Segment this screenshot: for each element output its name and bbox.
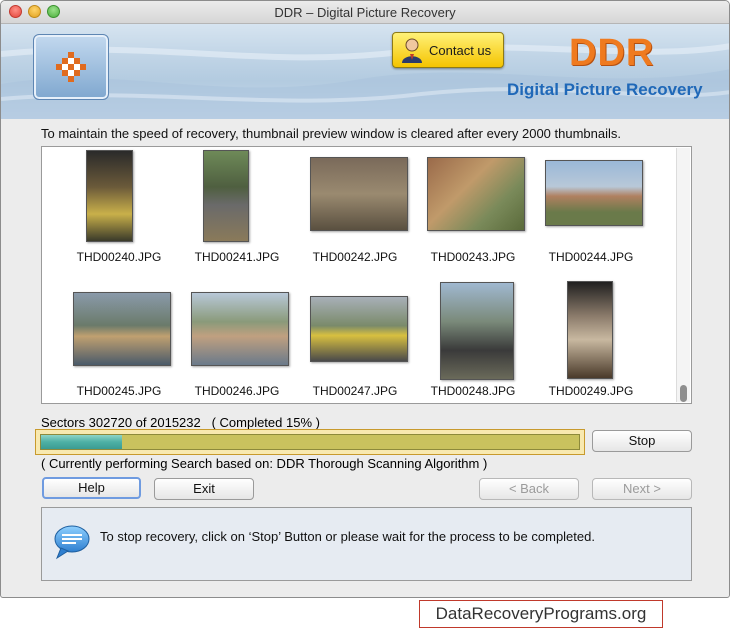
window-title: DDR – Digital Picture Recovery xyxy=(274,5,456,20)
stop-button[interactable]: Stop xyxy=(592,430,692,452)
thumbnail-item[interactable]: THD00244.JPG xyxy=(535,147,647,267)
thumbnail-filename: THD00248.JPG xyxy=(430,384,516,398)
info-message-box: To stop recovery, click on ‘Stop’ Button… xyxy=(41,507,692,581)
thumbnail-filename: THD00241.JPG xyxy=(194,250,280,264)
contact-us-label: Contact us xyxy=(429,43,492,58)
next-button[interactable]: Next > xyxy=(592,478,692,500)
exit-button[interactable]: Exit xyxy=(154,478,254,500)
thumbnail-image xyxy=(310,157,408,231)
scrollbar-thumb[interactable] xyxy=(680,385,687,402)
recovery-progress-bar xyxy=(35,429,585,455)
thumbnail-item[interactable]: THD00242.JPG xyxy=(299,147,411,267)
thumbnail-preview-panel[interactable]: THD00240.JPG THD00241.JPG THD00242.JPG T… xyxy=(41,146,692,404)
thumbnail-notice: To maintain the speed of recovery, thumb… xyxy=(41,126,622,141)
thumbnail-image xyxy=(73,292,171,366)
title-bar: DDR – Digital Picture Recovery xyxy=(1,1,729,24)
thumbnail-item[interactable]: THD00246.JPG xyxy=(181,279,293,399)
chat-bubble-icon xyxy=(54,525,90,560)
thumbnail-filename: THD00242.JPG xyxy=(312,250,398,264)
thumbnail-item[interactable]: THD00249.JPG xyxy=(535,279,647,399)
thumbnail-image xyxy=(567,281,613,379)
thumbnail-scrollbar[interactable] xyxy=(676,148,690,402)
help-button[interactable]: Help xyxy=(42,477,141,499)
thumbnail-item[interactable]: THD00240.JPG xyxy=(63,147,175,267)
progress-fill xyxy=(41,435,122,449)
thumbnail-item[interactable]: THD00243.JPG xyxy=(417,147,529,267)
thumbnail-filename: THD00245.JPG xyxy=(76,384,162,398)
thumbnail-image xyxy=(427,157,525,231)
progress-track xyxy=(40,434,580,450)
thumbnail-item[interactable]: THD00247.JPG xyxy=(299,279,411,399)
contact-us-button[interactable]: Contact us xyxy=(392,32,504,68)
thumbnail-image xyxy=(191,292,289,366)
thumbnail-filename: THD00243.JPG xyxy=(430,250,516,264)
thumbnail-image xyxy=(545,160,643,226)
thumbnail-filename: THD00246.JPG xyxy=(194,384,280,398)
brand-logo-text: DDR xyxy=(569,32,655,74)
product-name: Digital Picture Recovery xyxy=(507,80,703,99)
thumbnail-filename: THD00244.JPG xyxy=(548,250,634,264)
thumbnail-item[interactable]: THD00248.JPG xyxy=(417,279,529,399)
checker-logo-icon xyxy=(56,52,86,82)
thumbnail-filename: THD00249.JPG xyxy=(548,384,634,398)
scan-status-text: ( Currently performing Search based on: … xyxy=(41,456,488,471)
info-message-text: To stop recovery, click on ‘Stop’ Button… xyxy=(100,529,595,544)
app-logo xyxy=(33,34,109,100)
thumbnail-image xyxy=(310,296,408,362)
thumbnail-filename: THD00240.JPG xyxy=(76,250,162,264)
thumbnail-image xyxy=(203,150,249,242)
thumbnail-item[interactable]: THD00241.JPG xyxy=(181,147,293,267)
person-icon xyxy=(402,38,422,63)
thumbnail-filename: THD00247.JPG xyxy=(312,384,398,398)
sectors-progress-text: Sectors 302720 of 2015232 ( Completed 15… xyxy=(41,415,320,430)
header-banner: Contact us DDR Digital Picture Recovery xyxy=(1,24,729,119)
back-button[interactable]: < Back xyxy=(479,478,579,500)
app-window: DDR – Digital Picture Recovery Contact u… xyxy=(0,0,730,598)
website-badge[interactable]: DataRecoveryPrograms.org xyxy=(419,600,663,628)
thumbnail-image xyxy=(86,150,133,242)
thumbnail-image xyxy=(440,282,514,380)
thumbnail-item[interactable]: THD00245.JPG xyxy=(63,279,175,399)
